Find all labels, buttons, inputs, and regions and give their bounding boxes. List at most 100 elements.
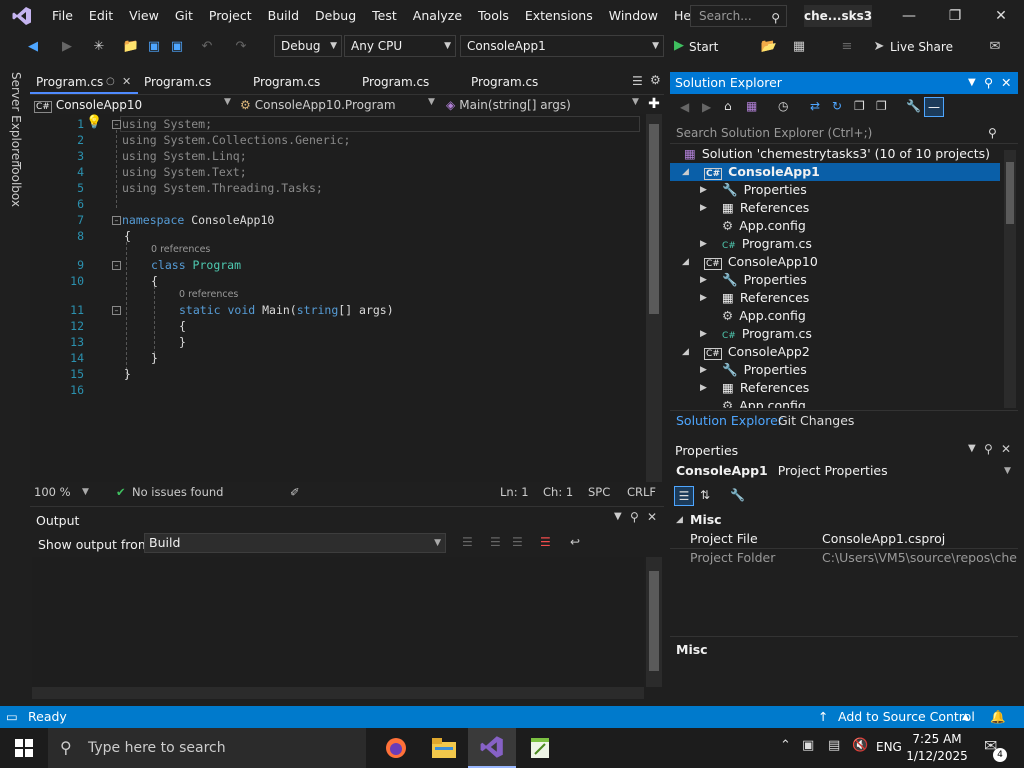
live-share-button[interactable]: Live Share [890, 38, 953, 56]
tab-program-cs-2[interactable]: Program.cs [138, 70, 246, 94]
switch-views-icon[interactable]: ▦ [746, 99, 757, 113]
expanded-arrow-icon[interactable]: ◢ [682, 257, 689, 267]
folder-icon[interactable]: 📂 [760, 38, 778, 56]
zoom-level[interactable]: 100 % [34, 482, 71, 502]
new-project-icon[interactable]: ✳ [90, 38, 108, 56]
network-icon[interactable]: ▤ [828, 738, 840, 753]
tab-program-cs-active[interactable]: Program.cs ○ ✕ [30, 70, 138, 94]
tree-item-consoleapp1[interactable]: C# ConsoleApp1 [704, 163, 820, 183]
property-row[interactable]: Project Folder C:\Users\VM5\source\repos… [670, 549, 1018, 568]
column-indicator[interactable]: Ch: 1 [543, 482, 573, 502]
close-icon[interactable]: ✕ [1001, 72, 1011, 94]
open-folder-icon[interactable]: 📁 [122, 38, 140, 56]
collapse-all-icon[interactable]: ❐ [854, 99, 865, 113]
collapsed-arrow-icon[interactable]: ▶ [700, 329, 707, 339]
back-icon[interactable]: ◀ [680, 100, 689, 114]
show-all-files-icon[interactable]: ❐ [876, 99, 887, 113]
tab-list-icon[interactable]: ☰ [632, 74, 643, 88]
solution-search-input[interactable]: Search Solution Explorer (Ctrl+;) ⚲ [670, 122, 1018, 144]
collapsed-arrow-icon[interactable]: ▶ [700, 275, 707, 285]
minimize-icon[interactable]: — [886, 0, 932, 32]
language-indicator[interactable]: ENG [876, 740, 902, 754]
output-horizontal-scrollbar[interactable] [32, 687, 644, 699]
tab-program-cs-4[interactable]: Program.cs [356, 70, 464, 94]
expanded-arrow-icon[interactable]: ◢ [682, 347, 689, 357]
close-icon[interactable]: ✕ [978, 0, 1024, 32]
categorized-icon[interactable]: ☰ [674, 486, 694, 506]
brush-icon[interactable]: ✐ [290, 482, 300, 502]
tree-item-app-config[interactable]: ⚙ App.config [722, 307, 806, 325]
browser-icon[interactable]: ▦ [790, 38, 808, 56]
live-share-icon[interactable]: ➤ [870, 38, 888, 56]
toolbox-tab[interactable]: Toolbox [9, 162, 23, 207]
forward-icon[interactable]: ▶ [58, 38, 76, 56]
scroll-thumb[interactable] [1006, 162, 1014, 224]
solution-explorer-scrollbar[interactable] [1004, 150, 1016, 408]
tree-item-references[interactable]: ▦ References [722, 289, 809, 307]
collapse-icon[interactable]: – [112, 120, 121, 129]
visual-studio-taskbar-icon[interactable] [468, 728, 516, 768]
visual-studio-logo-icon[interactable] [0, 0, 44, 32]
close-icon[interactable]: ✕ [122, 70, 131, 94]
add-to-source-control-button[interactable]: Add to Source Control [838, 706, 975, 728]
word-wrap-icon[interactable]: ↩ [570, 535, 580, 549]
chevron-up-icon[interactable]: ⌃ [780, 738, 791, 753]
redo-icon[interactable]: ↷ [232, 38, 250, 56]
member-nav-dropdown[interactable]: ◈ Main(string[] args) [446, 96, 571, 114]
tree-item-consoleapp2[interactable]: C# ConsoleApp2 [704, 343, 810, 363]
server-explorer-tab[interactable]: Server Explorer [9, 72, 23, 165]
class-nav-dropdown[interactable]: ⚙ ConsoleApp10.Program [240, 96, 396, 114]
code-editor[interactable]: 1 2 3 4 5 6 7 8 9 10 11 12 13 14 15 16 💡… [30, 114, 646, 482]
tree-item-program-cs[interactable]: C# Program.cs [722, 325, 812, 345]
menu-debug[interactable]: Debug [307, 0, 364, 32]
tree-item-app-config[interactable]: ⚙ App.config [722, 397, 806, 408]
configuration-dropdown[interactable]: Debug ▼ [274, 35, 342, 57]
feedback-icon[interactable]: ✉ [986, 38, 1004, 56]
tab-git-changes[interactable]: Git Changes [778, 413, 854, 428]
undo-icon[interactable]: ↶ [198, 38, 216, 56]
back-icon[interactable]: ◀ [24, 38, 42, 56]
menu-view[interactable]: View [121, 0, 167, 32]
collapse-icon[interactable]: – [112, 216, 121, 225]
output-vertical-scrollbar[interactable] [646, 557, 662, 687]
tree-item-references[interactable]: ▦ References [722, 379, 809, 397]
collapsed-arrow-icon[interactable]: ▶ [700, 365, 707, 375]
scroll-thumb[interactable] [649, 571, 659, 671]
collapsed-arrow-icon[interactable]: ▶ [700, 203, 707, 213]
menu-analyze[interactable]: Analyze [405, 0, 470, 32]
output-text-area[interactable] [32, 557, 644, 687]
chevron-down-icon[interactable]: ▼ [614, 511, 622, 522]
sync-icon[interactable]: ⇄ [810, 99, 820, 113]
refresh-icon[interactable]: ↻ [832, 99, 842, 113]
chevron-down-icon[interactable]: ▼ [968, 443, 976, 454]
notepad-plus-icon[interactable] [516, 728, 564, 768]
solution-node[interactable]: ▦ Solution 'chemestrytasks3' (10 of 10 pr… [684, 145, 990, 163]
chevron-down-icon[interactable]: ▼ [968, 72, 976, 94]
project-nav-dropdown[interactable]: C# ConsoleApp10 [34, 96, 142, 114]
volume-muted-icon[interactable]: 🔇 [852, 738, 868, 753]
codelens-references[interactable]: 0 references [179, 289, 238, 300]
properties-wrench-icon[interactable]: 🔧 [906, 99, 921, 113]
collapse-icon[interactable]: – [112, 261, 121, 270]
forward-icon[interactable]: ▶ [702, 100, 711, 114]
menu-build[interactable]: Build [260, 0, 307, 32]
menu-file[interactable]: File [44, 0, 81, 32]
alphabetical-icon[interactable]: ⇅ [700, 488, 710, 502]
clear-all-icon[interactable]: ☰ [540, 535, 551, 549]
tab-solution-explorer[interactable]: Solution Explorer [676, 413, 783, 428]
platform-dropdown[interactable]: Any CPU ▼ [344, 35, 456, 57]
collapse-icon[interactable]: – [112, 306, 121, 315]
issues-status[interactable]: No issues found [132, 482, 223, 502]
menu-window[interactable]: Window [601, 0, 666, 32]
windows-start-icon[interactable] [0, 728, 48, 768]
start-button[interactable]: Start [689, 38, 718, 56]
step-icon[interactable]: ≡ [838, 38, 856, 56]
tree-item-references[interactable]: ▦ References [722, 199, 809, 217]
tree-item-properties[interactable]: 🔧 Properties [722, 271, 807, 289]
solution-name-badge[interactable]: che...sks3 [804, 5, 872, 27]
menu-test[interactable]: Test [364, 0, 405, 32]
tree-item-properties[interactable]: 🔧 Properties [722, 181, 807, 199]
restore-icon[interactable]: ❐ [932, 0, 978, 32]
tab-program-cs-5[interactable]: Program.cs [465, 70, 573, 94]
notification-bell-icon[interactable]: 🔔 [990, 706, 1006, 728]
